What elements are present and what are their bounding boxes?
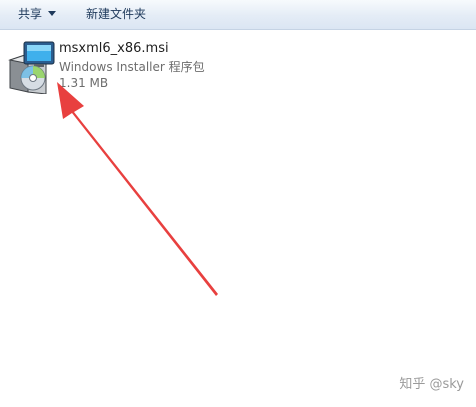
file-type: Windows Installer 程序包 [59,60,205,74]
file-item-msxml6[interactable]: msxml6_x86.msi Windows Installer 程序包 1.3… [4,36,244,96]
file-list-pane: msxml6_x86.msi Windows Installer 程序包 1.3… [0,30,476,407]
share-button-label: 共享 [18,7,43,21]
command-bar: 共享 新建文件夹 [0,0,476,30]
watermark-text: 知乎 @sky [399,377,464,392]
msi-installer-icon [8,41,55,94]
share-button[interactable]: 共享 [18,0,57,29]
new-folder-button[interactable]: 新建文件夹 [86,0,146,29]
chevron-down-icon [48,11,57,16]
file-size: 1.31 MB [59,76,109,90]
file-name: msxml6_x86.msi [59,41,169,56]
